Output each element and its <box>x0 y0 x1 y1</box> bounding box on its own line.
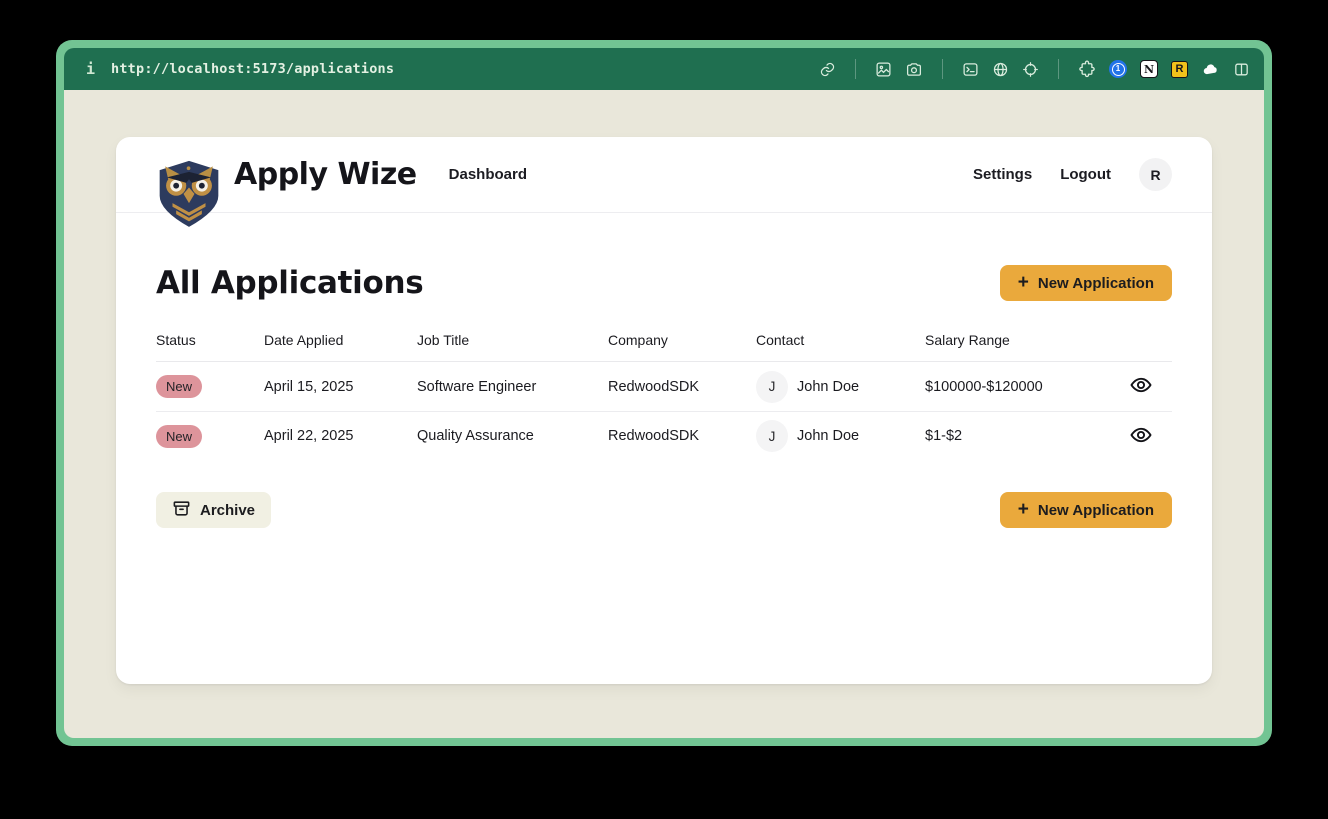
contact-name: John Doe <box>797 378 860 395</box>
nav-dashboard-link[interactable]: Dashboard <box>449 166 527 183</box>
new-application-button-bottom[interactable]: + New Application <box>999 492 1172 528</box>
extensions-puzzle-icon[interactable] <box>1078 60 1096 78</box>
salary-range-cell: $1-$2 <box>925 428 963 444</box>
contact-avatar: J <box>756 370 788 403</box>
globe-icon[interactable] <box>992 61 1009 78</box>
column-company: Company <box>608 331 668 348</box>
logout-link[interactable]: Logout <box>1060 166 1111 183</box>
column-salary-range: Salary Range <box>925 331 1010 348</box>
user-avatar[interactable]: R <box>1139 158 1172 191</box>
link-icon[interactable] <box>819 61 836 78</box>
company-cell: RedwoodSDK <box>608 428 700 444</box>
r-extension-icon[interactable]: R <box>1171 60 1188 78</box>
contact-cell: J John Doe <box>756 420 925 452</box>
date-applied-cell: April 15, 2025 <box>264 378 354 395</box>
date-applied-cell: April 22, 2025 <box>264 428 354 444</box>
new-application-button-top[interactable]: + New Application <box>999 265 1172 301</box>
view-application-button[interactable] <box>1125 419 1157 454</box>
url-bar[interactable]: http://localhost:5173/applications <box>111 61 394 77</box>
salary-range-cell: $100000-$120000 <box>925 378 1043 395</box>
column-date-applied: Date Applied <box>264 331 344 348</box>
onepassword-icon[interactable]: 1 <box>1109 60 1127 78</box>
toolbar-separator <box>855 59 856 79</box>
terminal-icon[interactable] <box>962 61 979 78</box>
contact-avatar: J <box>756 420 788 452</box>
app-header: Apply Wize Dashboard Settings Logout R <box>116 137 1212 227</box>
screenshot-icon[interactable] <box>875 61 892 78</box>
status-badge: New <box>156 424 203 448</box>
archive-icon <box>172 499 191 522</box>
eye-icon <box>1129 373 1153 400</box>
company-cell: RedwoodSDK <box>608 378 700 395</box>
applications-card: Apply Wize Dashboard Settings Logout R A… <box>116 137 1212 684</box>
table-row: New April 15, 2025 Software Engineer Red… <box>156 362 1172 411</box>
column-contact: Contact <box>756 331 805 348</box>
plus-icon: + <box>1017 271 1029 293</box>
cloud-icon[interactable] <box>1201 61 1220 78</box>
eye-icon <box>1129 423 1153 450</box>
main-content: All Applications + New Application Statu… <box>116 265 1212 528</box>
column-job-title: Job Title <box>417 331 470 348</box>
crosshair-icon[interactable] <box>1022 61 1039 78</box>
column-status: Status <box>156 331 196 348</box>
contact-name: John Doe <box>797 428 860 444</box>
view-application-button[interactable] <box>1125 369 1157 404</box>
header-right: Settings Logout R <box>973 158 1172 191</box>
status-badge: New <box>156 375 203 398</box>
table-header-row: Status Date Applied Job Title Company Co… <box>156 318 1172 362</box>
camera-icon[interactable] <box>905 61 923 78</box>
table-row: New April 22, 2025 Quality Assurance Red… <box>156 411 1172 460</box>
plus-icon: + <box>1017 498 1029 520</box>
app-title: Apply Wize <box>234 157 417 192</box>
job-title-cell: Quality Assurance <box>417 428 534 444</box>
applications-table: Status Date Applied Job Title Company Co… <box>156 318 1172 460</box>
split-view-icon[interactable] <box>1233 61 1250 78</box>
archive-button[interactable]: Archive <box>156 492 272 528</box>
toolbar-separator <box>942 59 943 79</box>
browser-toolbar: i http://localhost:5173/applications 1 N… <box>64 48 1264 90</box>
page-background: Apply Wize Dashboard Settings Logout R A… <box>64 90 1264 738</box>
page-title: All Applications <box>156 265 424 301</box>
owl-logo-icon[interactable] <box>156 157 222 229</box>
info-icon[interactable]: i <box>86 60 95 78</box>
contact-cell: J John Doe <box>756 370 925 403</box>
job-title-cell: Software Engineer <box>417 378 537 395</box>
toolbar-icons: 1 N R <box>819 59 1250 79</box>
toolbar-separator <box>1058 59 1059 79</box>
notion-icon[interactable]: N <box>1140 60 1158 78</box>
settings-link[interactable]: Settings <box>973 166 1032 183</box>
browser-window: i http://localhost:5173/applications 1 N… <box>56 40 1272 746</box>
